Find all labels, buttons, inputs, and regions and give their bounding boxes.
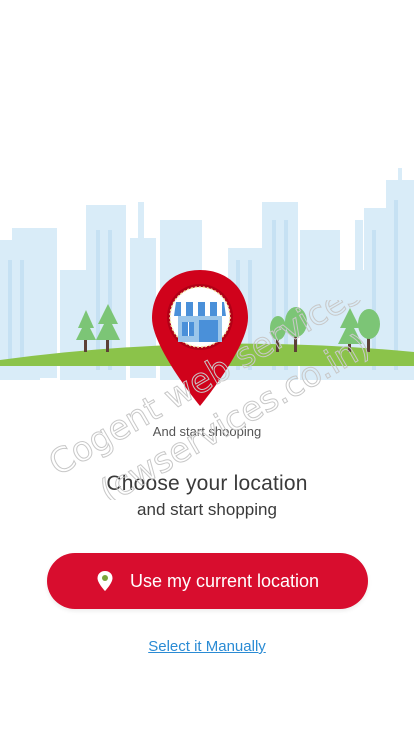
use-current-location-button[interactable]: Use my current location (47, 553, 368, 609)
store-location-pin-icon (152, 270, 248, 406)
hero-caption: And start shooping (152, 424, 262, 439)
location-pin-icon (97, 571, 113, 591)
location-screen: And start shooping Choose your location … (0, 0, 414, 744)
page-subtitle: and start shopping (137, 500, 277, 519)
city-illustration (0, 168, 414, 406)
select-manually-link[interactable]: Select it Manually (0, 638, 414, 655)
use-current-location-label: Use my current location (129, 570, 320, 591)
page-title: Choose your location (106, 472, 308, 495)
